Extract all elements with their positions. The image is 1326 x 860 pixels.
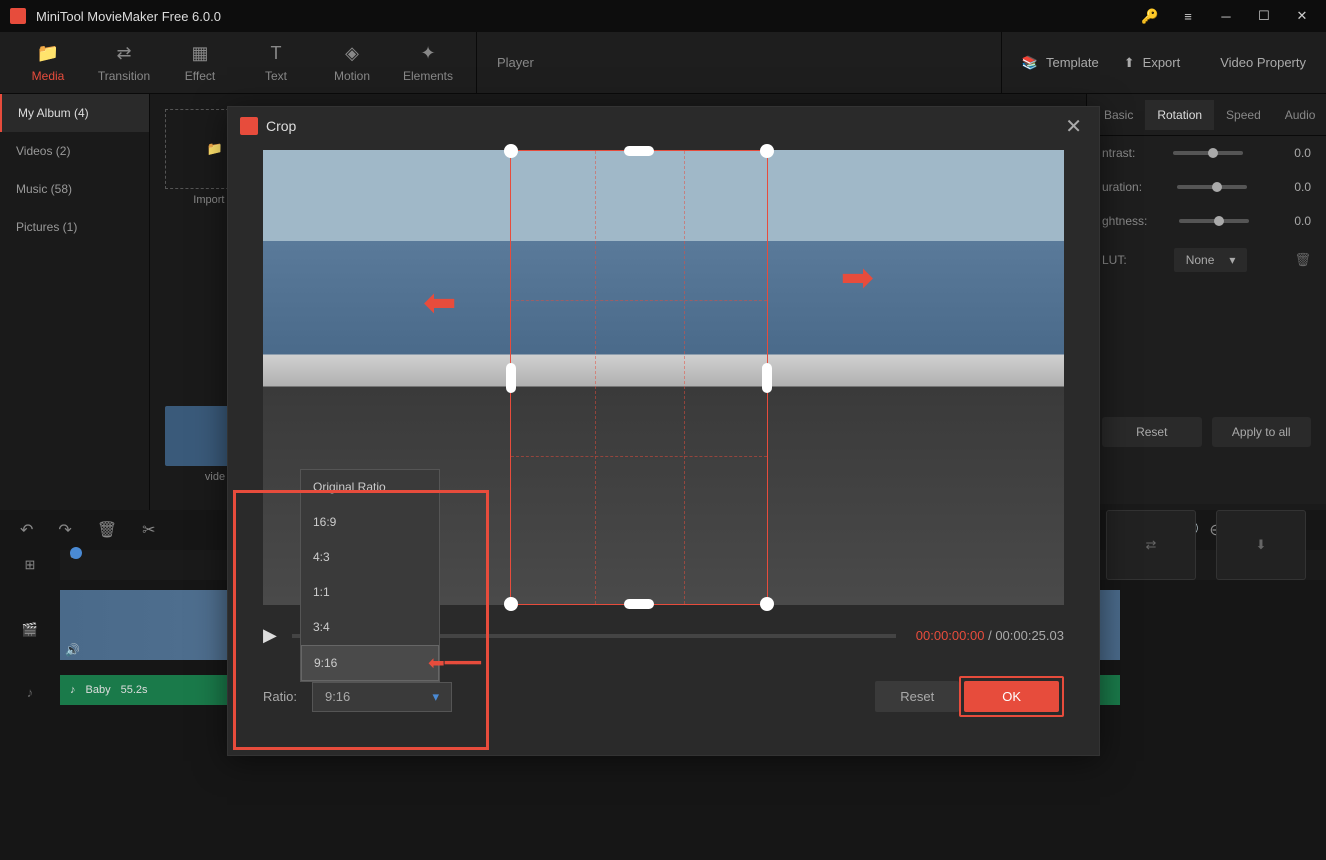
apply-all-button[interactable]: Apply to all <box>1212 417 1312 447</box>
current-time: 00:00:00:00 <box>916 628 985 643</box>
crop-box[interactable] <box>510 150 768 605</box>
annotation-arrow: ⬅━━━ <box>428 651 528 676</box>
reset-button[interactable]: Reset <box>1102 417 1202 447</box>
export-icon: ⬆ <box>1124 55 1135 71</box>
split-icon[interactable]: ✂ <box>142 520 155 540</box>
brightness-label: ghtness: <box>1102 214 1147 228</box>
transition-icon: ⇄ <box>116 43 131 64</box>
effect-tab[interactable]: ▦ Effect <box>162 43 238 83</box>
video-track-icon: 🎬 <box>0 590 60 670</box>
motion-icon: ◈ <box>345 43 359 64</box>
ratio-dropdown: Original Ratio 16:9 4:3 1:1 3:4 9:16 ⬅━━… <box>300 469 440 682</box>
ok-button[interactable]: OK <box>964 681 1059 712</box>
redo-icon[interactable]: ↷ <box>58 520 71 540</box>
property-panel: Basic Rotation Speed Audio ntrast: 0.0 u… <box>1086 94 1326 504</box>
media-tab[interactable]: 📁 Media <box>10 43 86 83</box>
titlebar: MiniTool MovieMaker Free 6.0.0 🔑 ≡ ─ ☐ ✕ <box>0 0 1326 32</box>
menu-icon[interactable]: ≡ <box>1174 2 1202 30</box>
text-label: Text <box>265 69 287 83</box>
ratio-opt-169[interactable]: 16:9 <box>301 505 439 540</box>
elements-tab[interactable]: ✦ Elements <box>390 43 466 83</box>
annotation-arrow-right: ➡ <box>840 255 874 301</box>
ratio-opt-original[interactable]: Original Ratio <box>301 470 439 505</box>
maximize-icon[interactable]: ☐ <box>1250 2 1278 30</box>
crop-close-icon[interactable]: ✕ <box>1060 114 1087 139</box>
playhead[interactable] <box>70 547 82 559</box>
transition-label: Transition <box>98 69 150 83</box>
tab-rotation[interactable]: Rotation <box>1145 100 1214 130</box>
effect-label: Effect <box>185 69 215 83</box>
text-tab[interactable]: T Text <box>238 43 314 83</box>
audio-track-icon: ♪ <box>0 675 60 710</box>
chevron-down-icon: ▾ <box>432 689 439 705</box>
add-track-icon[interactable]: ⊞ <box>25 557 36 573</box>
crop-handle-tr[interactable] <box>760 144 774 158</box>
ratio-opt-43[interactable]: 4:3 <box>301 540 439 575</box>
tab-basic[interactable]: Basic <box>1092 100 1145 130</box>
ratio-opt-11[interactable]: 1:1 <box>301 575 439 610</box>
key-icon[interactable]: 🔑 <box>1136 2 1164 30</box>
template-button[interactable]: 📚 Template <box>1022 55 1099 71</box>
transition-tab[interactable]: ⇄ Transition <box>86 43 162 83</box>
music-icon: ♪ <box>70 684 76 696</box>
sidebar-pictures[interactable]: Pictures (1) <box>0 208 149 246</box>
player-section: Player <box>476 32 1002 93</box>
crop-handle-tm[interactable] <box>624 146 654 156</box>
delete-icon[interactable]: 🗑 <box>1294 252 1311 268</box>
app-icon <box>10 8 26 24</box>
crop-app-icon <box>240 117 258 135</box>
crop-handle-ml[interactable] <box>506 363 516 393</box>
media-label: Media <box>32 69 65 83</box>
ratio-label: Ratio: <box>263 689 297 704</box>
tab-audio[interactable]: Audio <box>1273 100 1326 130</box>
brightness-slider[interactable] <box>1179 219 1249 223</box>
video-property-label: Video Property <box>1200 55 1326 70</box>
minimize-icon[interactable]: ─ <box>1212 2 1240 30</box>
player-label: Player <box>497 55 534 70</box>
crop-handle-mr[interactable] <box>762 363 772 393</box>
app-title: MiniTool MovieMaker Free 6.0.0 <box>36 9 1136 24</box>
contrast-slider[interactable] <box>1173 151 1243 155</box>
speaker-icon: 🔊 <box>65 643 80 657</box>
saturation-label: uration: <box>1102 180 1142 194</box>
ratio-opt-916[interactable]: 9:16 ⬅━━━ <box>301 645 439 681</box>
folder-icon: 📁 <box>37 43 59 64</box>
elements-label: Elements <box>403 69 453 83</box>
crop-dialog: Crop ✕ ⬅ ➡ ▶ 00:00:00:00 / 00:00:25.03 R… <box>227 106 1100 756</box>
ratio-select[interactable]: 9:16 ▾ <box>312 682 452 712</box>
elements-icon: ✦ <box>420 43 435 64</box>
saturation-value: 0.0 <box>1281 180 1311 194</box>
download-box[interactable]: ⬇ <box>1216 510 1306 580</box>
delete-icon[interactable]: 🗑 <box>97 520 117 540</box>
motion-tab[interactable]: ◈ Motion <box>314 43 390 83</box>
undo-icon[interactable]: ↶ <box>20 520 33 540</box>
sidebar-my-album[interactable]: My Album (4) <box>0 94 149 132</box>
crop-title: Crop <box>266 118 1060 134</box>
play-icon[interactable]: ▶ <box>263 625 277 646</box>
sidebar-music[interactable]: Music (58) <box>0 170 149 208</box>
contrast-value: 0.0 <box>1281 146 1311 160</box>
annotation-arrow-left: ⬅ <box>423 280 457 326</box>
ok-highlight: OK <box>959 676 1064 717</box>
template-icon: 📚 <box>1022 55 1038 71</box>
lut-label: LUT: <box>1102 253 1127 267</box>
saturation-slider[interactable] <box>1177 185 1247 189</box>
export-button[interactable]: ⬆ Export <box>1124 55 1180 71</box>
reset-button[interactable]: Reset <box>875 681 959 712</box>
sidebar-videos[interactable]: Videos (2) <box>0 132 149 170</box>
crop-handle-tl[interactable] <box>504 144 518 158</box>
main-toolbar: 📁 Media ⇄ Transition ▦ Effect T Text ◈ M… <box>0 32 1326 94</box>
effect-icon: ▦ <box>191 43 208 64</box>
motion-label: Motion <box>334 69 370 83</box>
contrast-label: ntrast: <box>1102 146 1135 160</box>
close-icon[interactable]: ✕ <box>1288 2 1316 30</box>
total-time: 00:00:25.03 <box>995 628 1064 643</box>
brightness-value: 0.0 <box>1281 214 1311 228</box>
ratio-opt-34[interactable]: 3:4 <box>301 610 439 645</box>
swap-box[interactable]: ⇄ <box>1106 510 1196 580</box>
chevron-down-icon: ▾ <box>1229 253 1235 267</box>
lut-select[interactable]: None ▾ <box>1174 248 1248 272</box>
tab-speed[interactable]: Speed <box>1214 100 1273 130</box>
text-icon: T <box>271 43 282 64</box>
